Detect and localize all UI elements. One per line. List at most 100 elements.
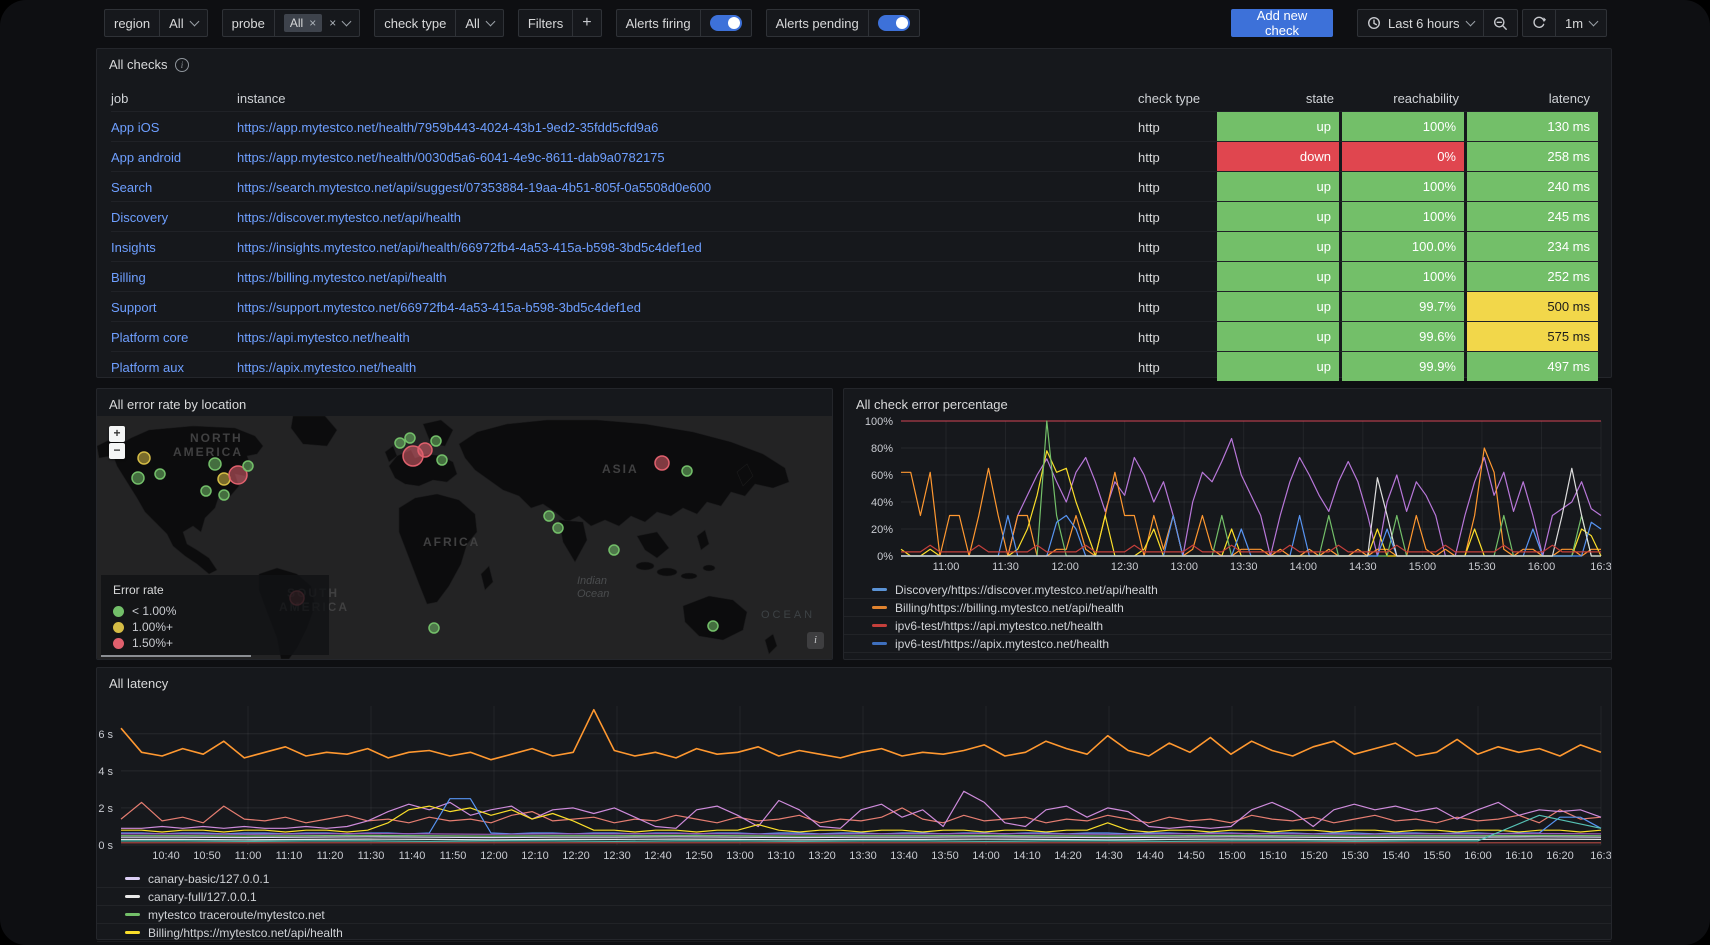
y-axis-label: 2 s: [98, 803, 113, 815]
probe-label: probe: [223, 10, 274, 36]
map-data-point: [243, 461, 253, 471]
legend-dash-icon: [125, 877, 140, 880]
alerts-firing-toggle[interactable]: [700, 10, 751, 36]
job-link[interactable]: Platform aux: [111, 360, 237, 375]
map-legend-item: 1.00%+: [113, 619, 329, 635]
check-type-cell: http: [1138, 240, 1217, 255]
y-axis-label: 80%: [871, 443, 893, 455]
state-cell: up: [1217, 322, 1339, 351]
error-rate-map-panel: All error rate by location: [96, 388, 833, 660]
instance-link[interactable]: https://app.mytestco.net/health/0030d5a6…: [237, 150, 1138, 165]
chevron-down-icon: [1589, 16, 1599, 26]
map-zoom-out-button[interactable]: −: [109, 443, 125, 459]
probe-chip[interactable]: All ×: [284, 14, 322, 32]
series-unlabeled-purple: [121, 834, 1601, 835]
series-canary-basic/127.0.0.1: [121, 837, 1601, 838]
reachability-cell: 100%: [1342, 262, 1464, 291]
job-link[interactable]: Platform core: [111, 330, 237, 345]
map-attribution-button[interactable]: i: [807, 632, 824, 649]
x-axis-label: 12:40: [644, 850, 672, 862]
legend-item[interactable]: Billing/https://billing.mytestco.net/api…: [844, 599, 1611, 617]
instance-link[interactable]: https://billing.mytestco.net/api/health: [237, 270, 1138, 285]
instance-link[interactable]: https://search.mytestco.net/api/suggest/…: [237, 180, 1138, 195]
add-filter-button[interactable]: +: [572, 10, 600, 36]
legend-item[interactable]: canary-full/127.0.0.1: [97, 888, 1611, 906]
legend-dot-icon: [113, 606, 124, 617]
probe-variable: probe All × ×: [222, 9, 361, 37]
legend-scrollbar[interactable]: [101, 655, 251, 657]
probe-dropdown[interactable]: All × ×: [274, 10, 359, 36]
state-cell: up: [1217, 352, 1339, 381]
map-legend-item: < 1.00%: [113, 603, 329, 619]
chip-close-icon[interactable]: ×: [309, 17, 316, 29]
refresh-interval-dropdown[interactable]: 1m: [1555, 10, 1606, 36]
check-type-dropdown[interactable]: All: [455, 10, 502, 36]
time-range-button[interactable]: Last 6 hours: [1358, 10, 1483, 36]
column-header[interactable]: latency: [1467, 91, 1598, 106]
check-type-cell: http: [1138, 360, 1217, 375]
chevron-down-icon: [1465, 16, 1475, 26]
legend-dash-icon: [872, 642, 887, 645]
column-header[interactable]: job: [111, 91, 237, 106]
job-link[interactable]: Billing: [111, 270, 237, 285]
instance-link[interactable]: https://apix.mytestco.net/health: [237, 360, 1138, 375]
alerts-firing-control: Alerts firing: [616, 9, 752, 37]
refresh-button[interactable]: [1523, 10, 1555, 36]
info-icon[interactable]: i: [175, 58, 189, 72]
column-header[interactable]: instance: [237, 91, 1138, 106]
map-label: AMERICA: [173, 445, 243, 459]
legend-item[interactable]: ipv6-test/https://api.mytestco.net/healt…: [844, 617, 1611, 635]
refresh-interval-value: 1m: [1565, 16, 1583, 31]
x-axis-label: 11:40: [399, 850, 426, 862]
clear-icon[interactable]: ×: [329, 17, 336, 29]
latency-chart[interactable]: 0 s2 s4 s6 s10:4010:5011:0011:1011:2011:…: [97, 668, 1611, 868]
x-axis-label: 15:00: [1409, 561, 1437, 573]
job-link[interactable]: Insights: [111, 240, 237, 255]
map-zoom-in-button[interactable]: +: [109, 426, 125, 442]
region-dropdown[interactable]: All: [159, 10, 206, 36]
legend-label: 1.50%+: [132, 636, 173, 650]
job-link[interactable]: App iOS: [111, 120, 237, 135]
column-header[interactable]: check type: [1138, 91, 1217, 106]
latency-cell: 497 ms: [1467, 352, 1598, 381]
reachability-cell: 0%: [1342, 142, 1464, 171]
state-cell: down: [1217, 142, 1339, 171]
legend-item[interactable]: ipv6-test/https://apix.mytestco.net/heal…: [844, 635, 1611, 653]
legend-label: Billing/https://mytestco.net/api/health: [148, 926, 343, 940]
job-link[interactable]: Discovery: [111, 210, 237, 225]
probe-chip-value: All: [290, 16, 303, 30]
latency-cell: 575 ms: [1467, 322, 1598, 351]
x-axis-label: 15:30: [1341, 850, 1369, 862]
legend-item[interactable]: Discovery/https://discover.mytestco.net/…: [844, 581, 1611, 599]
series-unlabeled-salmon: [121, 802, 1601, 822]
legend-item[interactable]: canary-basic/127.0.0.1: [97, 870, 1611, 888]
instance-link[interactable]: https://api.mytestco.net/health: [237, 330, 1138, 345]
legend-item[interactable]: Billing/https://mytestco.net/api/health: [97, 924, 1611, 942]
job-link[interactable]: Search: [111, 180, 237, 195]
toggle-on-icon: [878, 15, 910, 31]
add-new-check-button[interactable]: Add new check: [1231, 9, 1333, 37]
x-axis-label: 16:3: [1590, 561, 1611, 573]
column-header[interactable]: reachability: [1342, 91, 1467, 106]
check-type-cell: http: [1138, 300, 1217, 315]
map-label: ASIA: [602, 462, 639, 476]
instance-link[interactable]: https://app.mytestco.net/health/7959b443…: [237, 120, 1138, 135]
legend-item[interactable]: mytestco traceroute/mytestco.net: [97, 906, 1611, 924]
legend-dot-icon: [113, 622, 124, 633]
instance-link[interactable]: https://insights.mytestco.net/api/health…: [237, 240, 1138, 255]
instance-link[interactable]: https://support.mytestco.net/66972fb4-4a…: [237, 300, 1138, 315]
map-legend-title: Error rate: [113, 583, 329, 597]
zoom-out-button[interactable]: [1483, 10, 1517, 36]
x-axis-label: 13:30: [1230, 561, 1258, 573]
error-percentage-chart[interactable]: 0%20%40%60%80%100%11:0011:3012:0012:3013…: [844, 389, 1611, 581]
job-link[interactable]: Support: [111, 300, 237, 315]
column-header[interactable]: state: [1217, 91, 1342, 106]
map-label: AFRICA: [423, 535, 480, 549]
instance-link[interactable]: https://discover.mytestco.net/api/health: [237, 210, 1138, 225]
job-link[interactable]: App android: [111, 150, 237, 165]
alerts-pending-toggle[interactable]: [868, 10, 919, 36]
panel-title: All error rate by location: [109, 397, 246, 412]
map-data-point: [218, 473, 230, 485]
x-axis-label: 16:00: [1464, 850, 1492, 862]
latency-cell: 234 ms: [1467, 232, 1598, 261]
